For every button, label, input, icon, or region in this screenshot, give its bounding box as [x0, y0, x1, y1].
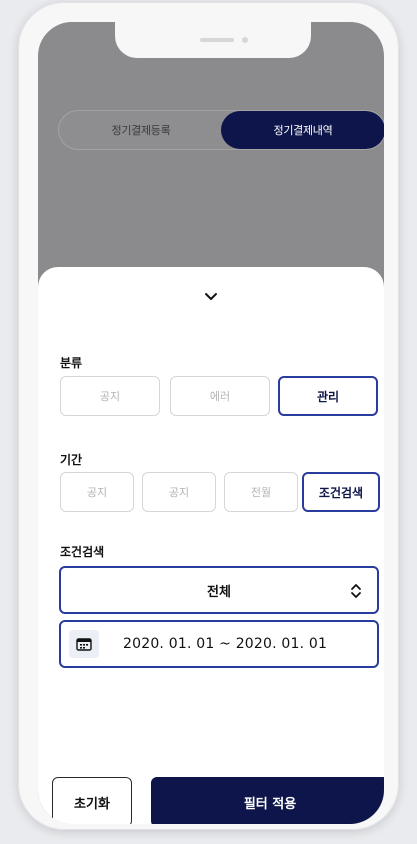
category-chip-notice[interactable]: 공지: [60, 376, 160, 416]
reset-button[interactable]: 초기화: [52, 777, 132, 824]
date-range-field[interactable]: 2020. 01. 01 ~ 2020. 01. 01: [59, 620, 379, 668]
chevron-up-down-icon: [351, 584, 361, 598]
chevron-down-icon[interactable]: [199, 289, 223, 305]
speaker: [200, 38, 234, 42]
category-label: 분류: [60, 356, 83, 370]
condition-select[interactable]: 전체: [59, 566, 379, 614]
calendar-button[interactable]: [69, 630, 99, 658]
payment-segmented-control: 정기결제등록 정기결제내역: [58, 110, 384, 150]
date-range-text: 2020. 01. 01 ~ 2020. 01. 01: [123, 636, 328, 652]
period-chip-1[interactable]: 공지: [60, 472, 134, 512]
period-chip-condition[interactable]: 조건검색: [302, 472, 380, 512]
category-chip-manage[interactable]: 관리: [278, 376, 378, 416]
phone-frame: 정기결제등록 정기결제내역 분류 공지 에러 관리 기간 공지 공지 전월 조건…: [18, 2, 399, 830]
tab-history[interactable]: 정기결제내역: [221, 111, 384, 149]
calendar-icon: [76, 638, 92, 651]
period-chip-2[interactable]: 공지: [142, 472, 216, 512]
period-label: 기간: [60, 453, 83, 467]
category-chip-error[interactable]: 에러: [170, 376, 270, 416]
notch: [115, 22, 311, 58]
period-chip-last-month[interactable]: 전월: [224, 472, 298, 512]
camera: [242, 37, 248, 43]
tab-register[interactable]: 정기결제등록: [59, 111, 223, 149]
apply-filter-button[interactable]: 필터 적용: [151, 777, 384, 824]
condition-label: 조건검색: [60, 545, 105, 559]
filter-sheet: 분류 공지 에러 관리 기간 공지 공지 전월 조건검색 조건검색 전체 202…: [38, 267, 384, 824]
condition-select-value: 전체: [207, 584, 231, 600]
phone-screen: 정기결제등록 정기결제내역 분류 공지 에러 관리 기간 공지 공지 전월 조건…: [38, 22, 384, 824]
